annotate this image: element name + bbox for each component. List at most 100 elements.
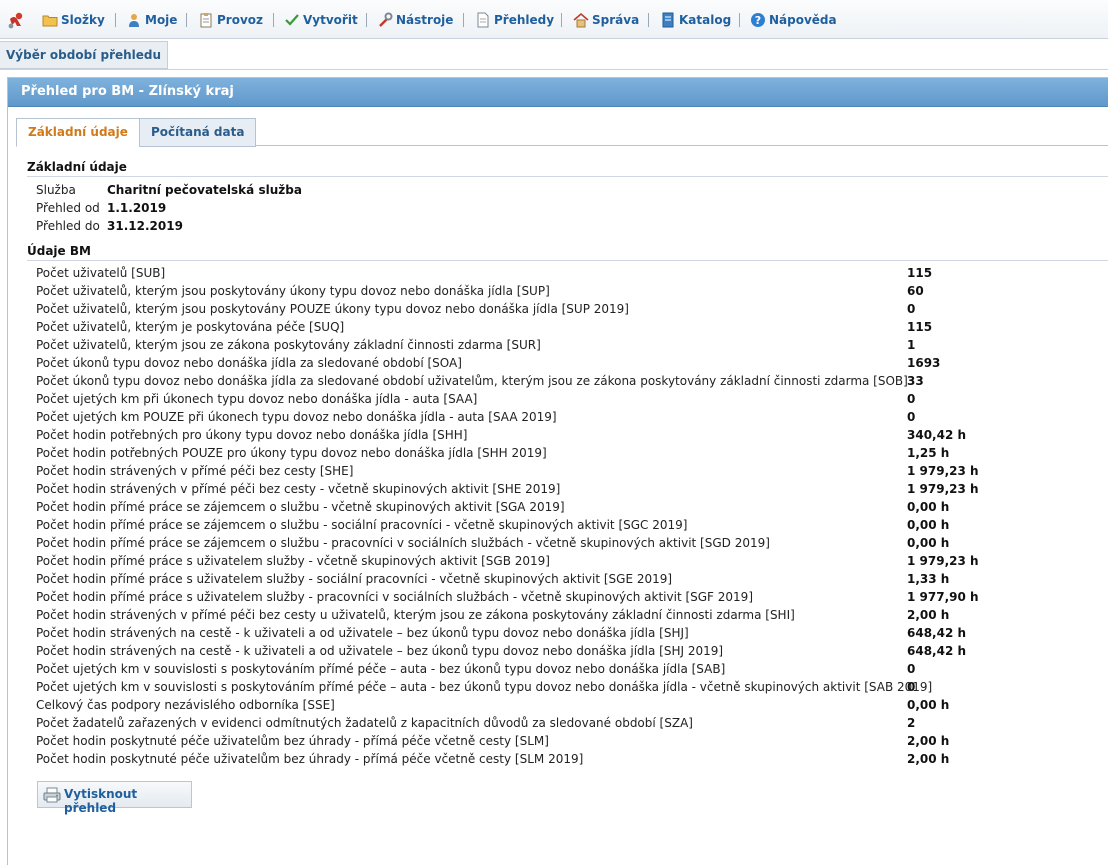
bm-row-value: 1 979,23 h [907,464,979,478]
bm-row-label: Počet hodin strávených v přímé péči bez … [36,464,354,478]
tab-period-selection[interactable]: Výběr období přehledu [0,41,169,69]
bm-row-label: Počet hodin strávených na cestě - k uživ… [36,626,689,640]
bm-row-value: 0 [907,302,916,316]
bm-row-label: Počet hodin poskytnuté péče uživatelům b… [36,734,549,748]
menu-item-provoz[interactable]: Provoz [198,12,263,28]
menu-item-napoveda[interactable]: ? Nápověda [750,12,837,28]
menu-separator [115,13,116,27]
bm-row-label: Počet hodin potřebných POUZE pro úkony t… [36,446,547,460]
menu-separator [648,13,649,27]
bm-row-value: 0,00 h [907,518,950,532]
bm-row-label: Celkový čas podpory nezávislého odborník… [36,698,335,712]
bm-row-value: 33 [907,374,924,388]
bm-row-label: Počet hodin strávených na cestě - k uživ… [36,644,724,658]
field-value-to: 31.12.2019 [107,219,183,233]
print-overview-button[interactable]: Vytisknout přehled [37,781,192,815]
menu-item-sprava[interactable]: Správa [573,12,639,28]
field-label-from: Přehled od [36,201,100,215]
bm-row-label: Počet hodin strávených v přímé péči bez … [36,482,561,496]
section-heading-basic: Základní údaje [27,160,127,174]
menu-separator [463,13,464,27]
app-logo-icon[interactable] [6,10,26,30]
bm-row-label: Počet uživatelů, kterým je poskytována p… [36,320,345,334]
bm-row-value: 0 [907,392,916,406]
bm-row-value: 1693 [907,356,941,370]
checkmark-icon [285,14,299,26]
section-heading-bm: Údaje BM [27,244,91,258]
clipboard-icon [200,13,212,28]
main-menu: Složky Moje Provoz Vytvořit Nástroje Pře… [0,0,1108,39]
home-icon [573,12,589,28]
bm-row-value: 1 [907,338,916,352]
bm-row-value: 2 [907,716,916,730]
svg-text:?: ? [755,14,761,27]
printer-icon [43,787,61,803]
menu-item-prehledy[interactable]: Přehledy [475,12,554,28]
bm-row-label: Počet uživatelů, kterým jsou ze zákona p… [36,338,541,352]
bm-row-value: 1 979,23 h [907,482,979,496]
menu-separator [273,13,274,27]
menu-separator [366,13,367,27]
tab-basic-data[interactable]: Základní údaje [16,118,140,147]
overview-panel: Přehled pro BM - Zlínský kraj Základní ú… [7,77,1108,865]
user-icon [129,14,139,27]
bm-row-value: 648,42 h [907,626,967,640]
field-label-to: Přehled do [36,219,100,233]
bm-row-label: Počet ujetých km v souvislosti s poskyto… [36,680,933,694]
bm-row-label: Počet hodin přímé práce se zájemcem o sl… [36,500,565,514]
field-label-service: Služba [36,183,76,197]
bm-row-value: 60 [907,284,924,298]
divider [0,69,1108,70]
bm-row-value: 0,00 h [907,536,950,550]
menu-item-moje[interactable]: Moje [126,12,177,28]
bm-row-value: 1 977,90 h [907,590,979,604]
document-icon [477,12,489,28]
bm-row-label: Počet hodin poskytnuté péče uživatelům b… [36,752,584,766]
bm-row-value: 648,42 h [907,644,967,658]
wrench-icon [379,12,393,27]
menu-item-nastroje[interactable]: Nástroje [377,12,453,28]
book-icon [662,12,674,28]
print-button-label: Vytisknout přehled [64,787,138,815]
panel-header: Přehled pro BM - Zlínský kraj [8,78,1108,107]
bm-row-label: Počet hodin strávených v přímé péči bez … [36,608,795,622]
bm-row-label: Počet uživatelů [SUB] [36,266,166,280]
bm-row-label: Počet hodin přímé práce s uživatelem slu… [36,590,753,604]
help-icon: ? [751,13,765,27]
bm-row-value: 340,42 h [907,428,967,442]
bm-row-value: 115 [907,320,933,334]
bm-row-label: Počet ujetých km POUZE při úkonech typu … [36,410,557,424]
menu-item-katalog[interactable]: Katalog [660,12,731,28]
field-value-from: 1.1.2019 [107,201,167,215]
menu-separator [561,13,562,27]
bm-row-label: Počet hodin přímé práce s uživatelem slu… [36,572,673,586]
menu-item-vytvorit[interactable]: Vytvořit [284,12,358,28]
bm-row-label: Počet hodin potřebných pro úkony typu do… [36,428,468,442]
bm-row-value: 0,00 h [907,500,950,514]
bm-row-value: 2,00 h [907,734,950,748]
bm-row-label: Počet uživatelů, kterým jsou poskytovány… [36,302,629,316]
section-divider [27,260,1108,261]
bm-row-value: 0,00 h [907,698,950,712]
bm-row-label: Počet hodin přímé práce se zájemcem o sl… [36,536,770,550]
menu-separator [739,13,740,27]
bm-row-label: Počet žadatelů zařazených v evidenci odm… [36,716,693,730]
bm-row-label: Počet uživatelů, kterým jsou poskytovány… [36,284,550,298]
tab-computed-data[interactable]: Počítaná data [139,118,257,147]
menu-item-slozky[interactable]: Složky [42,12,105,28]
bm-row-value: 2,00 h [907,752,950,766]
bm-row-label: Počet ujetých km v souvislosti s poskyto… [36,662,726,676]
panel-title: Přehled pro BM - Zlínský kraj [21,84,234,99]
bm-row-label: Počet hodin přímé práce se zájemcem o sl… [36,518,688,532]
bm-row-label: Počet úkonů typu dovoz nebo donáška jídl… [36,374,908,388]
bm-row-label: Počet ujetých km při úkonech typu dovoz … [36,392,478,406]
bm-row-label: Počet hodin přímé práce s uživatelem slu… [36,554,550,568]
bm-row-value: 115 [907,266,933,280]
bm-row-value: 0 [907,410,916,424]
bm-row-value: 0 [907,680,916,694]
bm-row-value: 2,00 h [907,608,950,622]
bm-row-label: Počet úkonů typu dovoz nebo donáška jídl… [36,356,462,370]
bm-row-value: 0 [907,662,916,676]
menu-separator [186,13,187,27]
bm-row-value: 1,33 h [907,572,950,586]
